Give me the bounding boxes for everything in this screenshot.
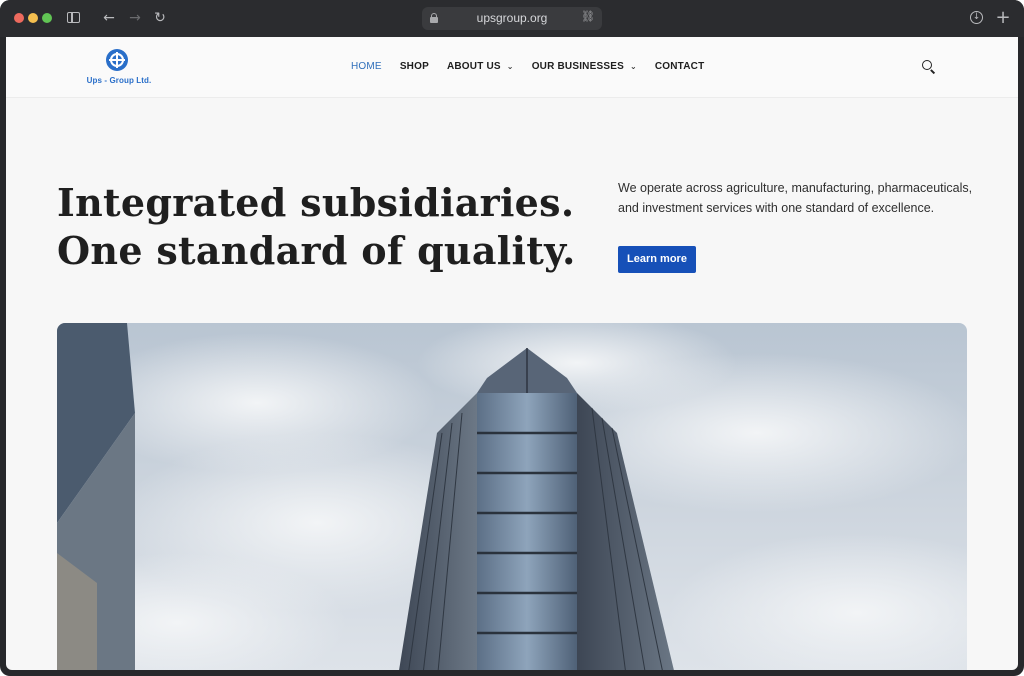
maximize-window-button[interactable] [42, 13, 52, 23]
nav-item-label: ABOUT US [446, 61, 501, 72]
nav-item-label: CONTACT [654, 61, 705, 72]
chevron-down-icon: ⌄ [629, 62, 637, 71]
minimize-window-button[interactable] [28, 13, 38, 23]
learn-more-button[interactable]: Learn more [618, 246, 696, 273]
address-bar[interactable]: upsgroup.org ⛓ [422, 7, 602, 30]
new-tab-icon[interactable]: + [994, 9, 1012, 27]
nav-item-home[interactable]: HOME [351, 61, 382, 72]
hero-heading-line-1: Integrated subsidiaries. [57, 180, 575, 225]
downloads-icon[interactable]: ↓ [968, 9, 986, 27]
close-window-button[interactable] [14, 13, 24, 23]
logo-text: Ups - Group Ltd. [86, 76, 152, 85]
hero-description: We operate across agriculture, manufactu… [618, 181, 973, 215]
globe-logo-icon [106, 49, 128, 71]
reload-icon[interactable]: ↻ [151, 9, 169, 27]
search-icon[interactable] [922, 60, 936, 74]
hero-building-image [57, 323, 967, 670]
nav-item-our-businesses[interactable]: OUR BUSINESSES ⌄ [532, 61, 637, 72]
main-nav: HOME SHOP ABOUT US ⌄ OUR BUSINESSES ⌄ CO… [351, 61, 722, 72]
url-text: upsgroup.org [476, 11, 548, 25]
sidebar-toggle-icon[interactable] [65, 9, 83, 27]
forward-arrow-icon[interactable]: → [126, 9, 144, 27]
site-header: Ups - Group Ltd. HOME SHOP ABOUT US ⌄ OU… [6, 37, 1018, 98]
nav-item-shop[interactable]: SHOP [400, 61, 429, 72]
nav-item-label: SHOP [399, 61, 429, 72]
nav-item-label: HOME [351, 61, 382, 72]
page-viewport: Ups - Group Ltd. HOME SHOP ABOUT US ⌄ OU… [6, 37, 1018, 670]
browser-window: ← → ↻ upsgroup.org ⛓ ↓ + Ups - Group Ltd… [0, 0, 1024, 676]
browser-titlebar: ← → ↻ upsgroup.org ⛓ ↓ + [0, 0, 1024, 37]
nav-item-label: OUR BUSINESSES [531, 61, 624, 72]
site-logo[interactable]: Ups - Group Ltd. [84, 45, 154, 89]
chevron-down-icon: ⌄ [506, 62, 514, 71]
hero-heading-line-2: One standard of quality. [57, 228, 576, 273]
nav-item-contact[interactable]: CONTACT [655, 61, 705, 72]
nav-item-about-us[interactable]: ABOUT US ⌄ [447, 61, 514, 72]
hero-heading: Integrated subsidiaries. One standard of… [57, 179, 577, 275]
back-arrow-icon[interactable]: ← [100, 9, 118, 27]
share-link-icon[interactable]: ⛓ [581, 10, 595, 23]
